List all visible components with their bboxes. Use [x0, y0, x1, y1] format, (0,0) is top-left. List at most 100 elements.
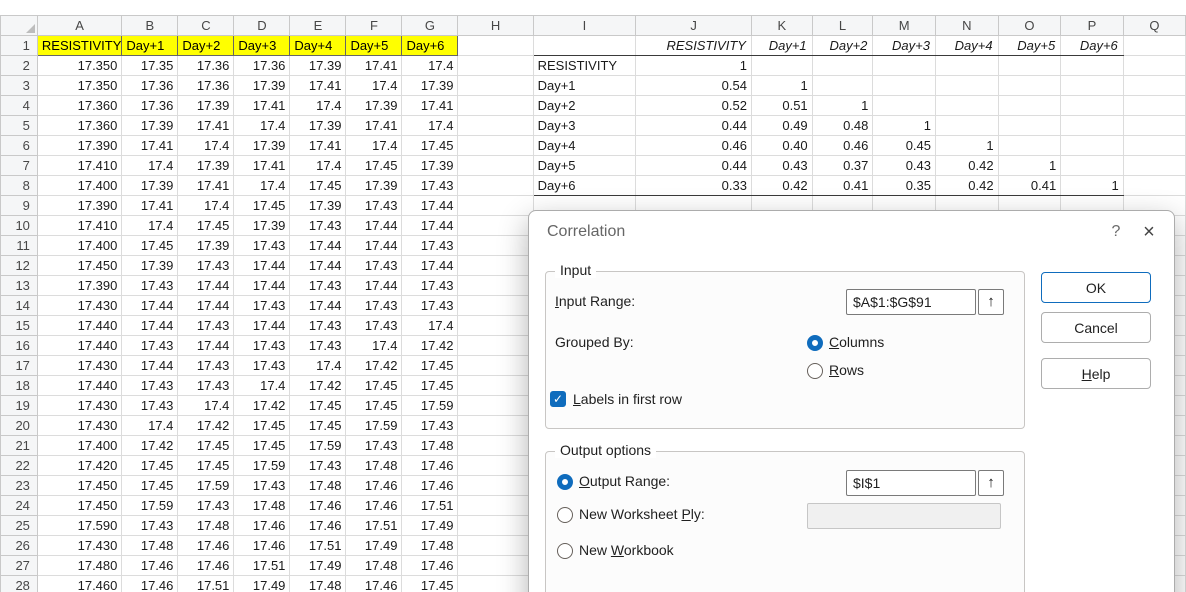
cell[interactable]: 17.48	[289, 575, 347, 592]
cell[interactable]	[1122, 175, 1186, 196]
cell[interactable]	[457, 575, 534, 592]
output-range-selector-button[interactable]: ↑	[978, 470, 1004, 496]
column-header-F[interactable]: F	[345, 15, 403, 36]
new-workbook-label[interactable]: New Workbook	[579, 542, 674, 558]
cell[interactable]: Day+5	[532, 155, 637, 176]
grouped-by-rows-label[interactable]: Rows	[829, 362, 864, 378]
row-header-17[interactable]: 17	[0, 355, 38, 376]
row-header-28[interactable]: 28	[0, 575, 38, 592]
cell[interactable]	[457, 195, 534, 216]
cell[interactable]: 17.430	[36, 535, 123, 556]
cell[interactable]: 17.39	[289, 195, 347, 216]
cell[interactable]: 17.39	[401, 75, 459, 96]
cell[interactable]: 17.43	[345, 315, 403, 336]
cell[interactable]: 17.45	[177, 215, 235, 236]
cell[interactable]	[457, 335, 534, 356]
cell[interactable]: 17.45	[177, 435, 235, 456]
cell[interactable]: 17.41	[233, 95, 291, 116]
cell[interactable]: 17.43	[121, 375, 179, 396]
cell[interactable]: 17.46	[233, 535, 291, 556]
cell[interactable]: 17.350	[36, 55, 123, 76]
cell[interactable]: 17.59	[345, 415, 403, 436]
cell[interactable]: 17.44	[233, 255, 291, 276]
cell[interactable]: 17.43	[121, 395, 179, 416]
row-header-26[interactable]: 26	[0, 535, 38, 556]
cell[interactable]: 17.45	[401, 355, 459, 376]
cell[interactable]: 17.45	[233, 195, 291, 216]
cell[interactable]: 17.41	[177, 115, 235, 136]
cell[interactable]: 17.48	[345, 455, 403, 476]
new-workbook-radio[interactable]	[557, 543, 573, 559]
cell[interactable]: 17.410	[36, 155, 123, 176]
ok-button[interactable]: OK	[1041, 272, 1151, 303]
cell[interactable]: 17.45	[121, 475, 179, 496]
cell[interactable]	[457, 495, 534, 516]
cell[interactable]: 17.44	[177, 335, 235, 356]
cancel-button[interactable]: Cancel	[1041, 312, 1151, 343]
cell[interactable]: 17.36	[121, 95, 179, 116]
column-header-B[interactable]: B	[121, 15, 179, 36]
cell[interactable]: 17.51	[289, 535, 347, 556]
cell[interactable]: 17.39	[177, 155, 235, 176]
cell[interactable]: 17.43	[177, 355, 235, 376]
cell[interactable]: 17.440	[36, 375, 123, 396]
cell[interactable]: 17.44	[121, 355, 179, 376]
cell[interactable]	[457, 55, 534, 76]
cell[interactable]	[457, 535, 534, 556]
cell[interactable]: 17.36	[121, 75, 179, 96]
cell[interactable]: 17.45	[121, 455, 179, 476]
cell[interactable]: 17.44	[289, 255, 347, 276]
cell[interactable]	[457, 515, 534, 536]
cell[interactable]: 17.440	[36, 315, 123, 336]
cell[interactable]: 17.44	[121, 295, 179, 316]
cell[interactable]: 17.44	[177, 295, 235, 316]
cell[interactable]: 17.43	[345, 295, 403, 316]
cell[interactable]: RESISTIVITY	[635, 35, 752, 56]
cell[interactable]	[1122, 35, 1186, 56]
cell[interactable]: 17.41	[121, 135, 179, 156]
cell[interactable]	[457, 435, 534, 456]
cell[interactable]: 17.45	[177, 455, 235, 476]
cell[interactable]: 17.350	[36, 75, 123, 96]
cell[interactable]: Day+1	[750, 35, 813, 56]
row-header-13[interactable]: 13	[0, 275, 38, 296]
cell[interactable]: 0.44	[635, 155, 752, 176]
cell[interactable]: 17.4	[177, 135, 235, 156]
cell[interactable]: 17.43	[177, 495, 235, 516]
cell[interactable]	[457, 75, 534, 96]
cell[interactable]	[935, 95, 999, 116]
cell[interactable]	[457, 455, 534, 476]
cell[interactable]	[457, 155, 534, 176]
cell[interactable]: 17.46	[289, 495, 347, 516]
cell[interactable]: Day+6	[401, 35, 459, 56]
cell[interactable]: 17.49	[345, 535, 403, 556]
cell[interactable]: 17.44	[401, 255, 459, 276]
cell[interactable]: 0.51	[750, 95, 813, 116]
row-header-14[interactable]: 14	[0, 295, 38, 316]
cell[interactable]: 17.45	[345, 155, 403, 176]
cell[interactable]: 17.43	[233, 335, 291, 356]
cell[interactable]	[457, 395, 534, 416]
output-range-radio[interactable]	[557, 474, 573, 490]
cell[interactable]: 17.45	[289, 415, 347, 436]
cell[interactable]: 17.39	[177, 95, 235, 116]
cell[interactable]: 17.39	[233, 215, 291, 236]
cell[interactable]: 17.4	[177, 395, 235, 416]
cell[interactable]	[457, 215, 534, 236]
cell[interactable]: 17.44	[401, 195, 459, 216]
cell[interactable]: 17.420	[36, 455, 123, 476]
cell[interactable]	[811, 55, 874, 76]
column-header-D[interactable]: D	[233, 15, 291, 36]
cell[interactable]: 17.4	[233, 175, 291, 196]
row-header-27[interactable]: 27	[0, 555, 38, 576]
dialog-close-icon[interactable]: ×	[1136, 219, 1162, 245]
column-header-P[interactable]: P	[1060, 15, 1124, 36]
cell[interactable]: 17.430	[36, 395, 123, 416]
cell[interactable]: 0.54	[635, 75, 752, 96]
new-worksheet-ply-label[interactable]: New Worksheet Ply:	[579, 506, 705, 522]
cell[interactable]	[872, 95, 936, 116]
cell[interactable]: 17.4	[121, 415, 179, 436]
row-header-5[interactable]: 5	[0, 115, 38, 136]
cell[interactable]: 17.43	[289, 215, 347, 236]
cell[interactable]: 17.43	[401, 415, 459, 436]
